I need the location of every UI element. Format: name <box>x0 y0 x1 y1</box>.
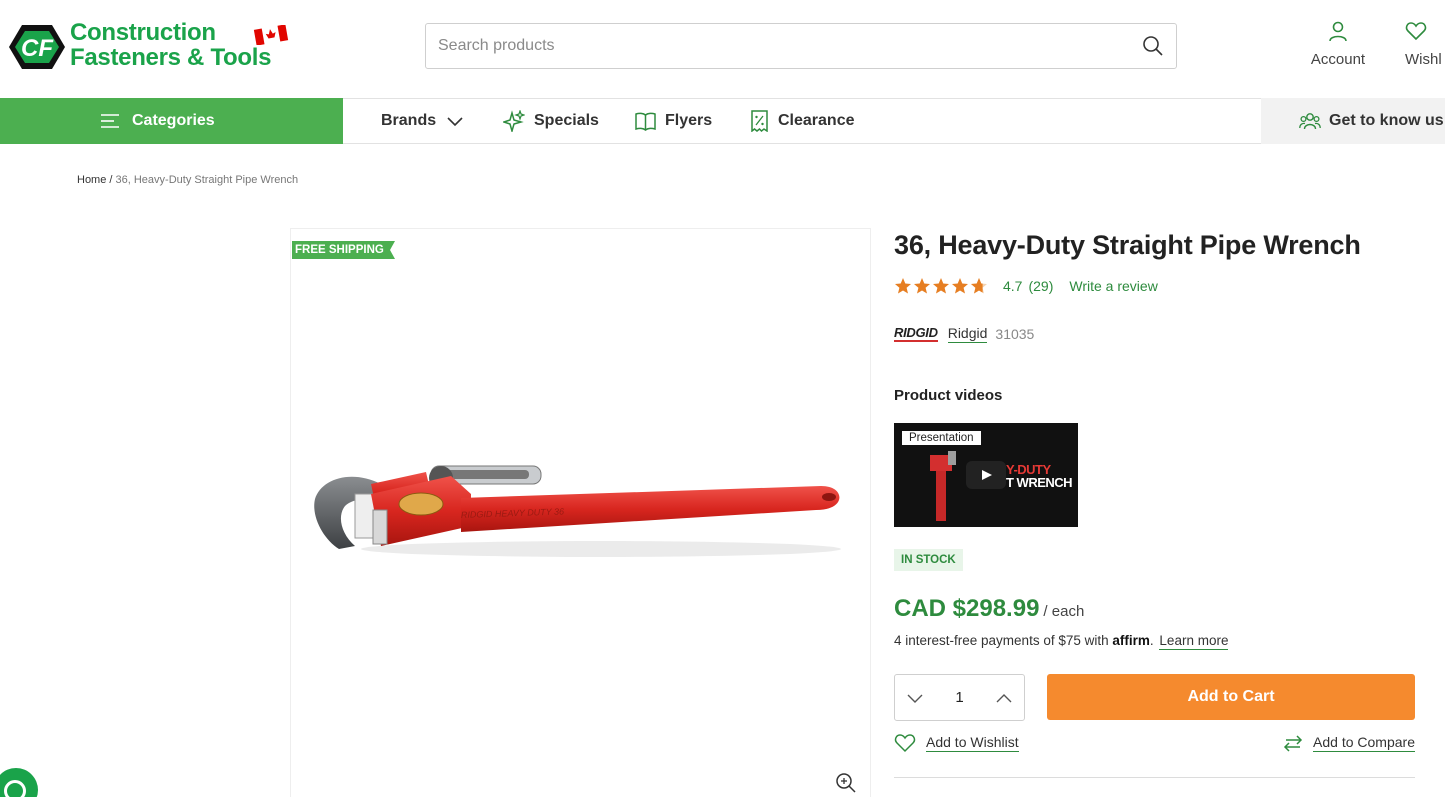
nav-item-label: Brands <box>381 112 437 129</box>
logo-badge-icon: CF <box>9 25 65 69</box>
add-to-compare-label: Add to Compare <box>1313 734 1415 752</box>
search-icon[interactable] <box>1142 35 1164 57</box>
breadcrumb: Home / 36, Heavy-Duty Straight Pipe Wren… <box>77 174 298 186</box>
canada-flag-icon <box>253 25 289 45</box>
video-label: Presentation <box>902 431 981 445</box>
nav-item-specials[interactable]: Specials <box>503 99 599 143</box>
product-title: 36, Heavy-Duty Straight Pipe Wrench <box>894 230 1361 260</box>
site-logo[interactable]: CF Construction Fasteners & Tools <box>8 20 308 74</box>
chevron-up-icon[interactable] <box>994 689 1014 707</box>
user-icon <box>1329 21 1347 42</box>
stock-badge: IN STOCK <box>894 549 963 571</box>
search-bar <box>425 23 1177 69</box>
search-input[interactable] <box>438 24 1128 68</box>
receipt-icon <box>751 110 768 132</box>
heart-icon <box>1405 22 1427 41</box>
write-review-link[interactable]: Write a review <box>1069 278 1157 294</box>
nav-item-brands[interactable]: Brands <box>381 99 464 143</box>
divider <box>894 777 1415 778</box>
logo-line-2: Fasteners & Tools <box>70 44 272 71</box>
rating-count[interactable]: (29) <box>1028 278 1053 294</box>
product-rating: 4.7 (29) Write a review <box>894 277 1158 295</box>
video-wrench-image <box>930 451 956 521</box>
wishlist-label: Wishl <box>1405 51 1442 68</box>
add-to-wishlist-label: Add to Wishlist <box>926 734 1019 752</box>
svg-text:CF: CF <box>21 35 54 62</box>
pipe-wrench-image[interactable]: RIDGID HEAVY DUTY 36 <box>311 454 846 584</box>
product-image-panel: FREE SHIPPING RIDGID HEAVY DUTY 36 <box>290 228 871 797</box>
play-button[interactable] <box>966 461 1006 489</box>
know-us-label: Get to know us <box>1329 112 1444 129</box>
account-label: Account <box>1310 51 1366 68</box>
nav-item-label: Clearance <box>778 112 855 129</box>
brand-row: RIDGID Ridgid 31035 <box>894 325 1034 343</box>
chat-widget-button[interactable] <box>0 768 38 797</box>
star-icon <box>933 278 949 294</box>
product-sku: 31035 <box>995 326 1035 342</box>
nav-item-flyers[interactable]: Flyers <box>635 99 712 143</box>
add-to-compare-link[interactable]: Add to Compare <box>1283 733 1415 753</box>
star-icon <box>914 278 930 294</box>
breadcrumb-current: 36, Heavy-Duty Straight Pipe Wrench <box>115 174 299 186</box>
breadcrumb-separator: / <box>106 174 116 186</box>
price-row: CAD $298.99 / each <box>894 595 1084 623</box>
half-star-icon <box>971 278 987 294</box>
site-header: CF Construction Fasteners & Tools Accoun… <box>0 0 1445 98</box>
brand-link[interactable]: Ridgid <box>947 325 988 343</box>
video-overlay-line-2: T WRENCH <box>1006 475 1073 490</box>
rating-value: 4.7 <box>1003 278 1023 294</box>
nav-item-label: Specials <box>534 112 599 129</box>
brand-logo[interactable]: RIDGID <box>894 326 938 342</box>
breadcrumb-home[interactable]: Home <box>77 174 106 186</box>
add-to-wishlist-link[interactable]: Add to Wishlist <box>894 733 1019 753</box>
menu-icon <box>101 114 119 128</box>
learn-more-link[interactable]: Learn more <box>1159 633 1229 650</box>
categories-label: Categories <box>132 112 215 129</box>
affirm-period: . <box>1149 633 1154 648</box>
chevron-down-icon <box>447 117 463 127</box>
video-thumbnail[interactable]: Y-DUTY T WRENCH Presentation <box>894 423 1078 527</box>
add-to-cart-button[interactable]: Add to Cart <box>1047 674 1415 720</box>
star-rating[interactable] <box>894 277 989 295</box>
nav-item-clearance[interactable]: Clearance <box>750 99 855 143</box>
star-icon <box>895 278 911 294</box>
get-to-know-us-link[interactable]: Get to know us <box>1261 98 1445 144</box>
product-price: CAD $298.99 <box>894 595 1040 622</box>
affirm-financing: 4 interest-free payments of $75 with aff… <box>894 633 1229 650</box>
main-nav: Categories Brands Specials Flyers Cleara… <box>0 98 1445 144</box>
compare-arrows-icon <box>1283 735 1303 752</box>
wishlist-link[interactable]: Wishl <box>1405 20 1445 68</box>
book-icon <box>635 112 656 131</box>
logo-line-1: Construction <box>70 19 216 46</box>
people-icon <box>1299 113 1321 130</box>
affirm-logo: affirm <box>1112 633 1150 648</box>
affirm-text: 4 interest-free payments of $75 with <box>894 633 1113 648</box>
free-shipping-badge: FREE SHIPPING <box>292 241 395 259</box>
account-link[interactable]: Account <box>1300 20 1376 68</box>
sparkle-icon <box>503 110 525 132</box>
heart-icon <box>894 734 916 753</box>
quantity-stepper: 1 <box>894 674 1025 721</box>
star-icon <box>952 278 968 294</box>
zoom-icon[interactable] <box>835 772 857 794</box>
nav-item-label: Flyers <box>665 112 713 129</box>
categories-button[interactable]: Categories <box>0 98 343 144</box>
product-videos-heading: Product videos <box>894 387 1003 404</box>
play-icon <box>982 470 992 480</box>
price-unit: / each <box>1043 603 1085 620</box>
